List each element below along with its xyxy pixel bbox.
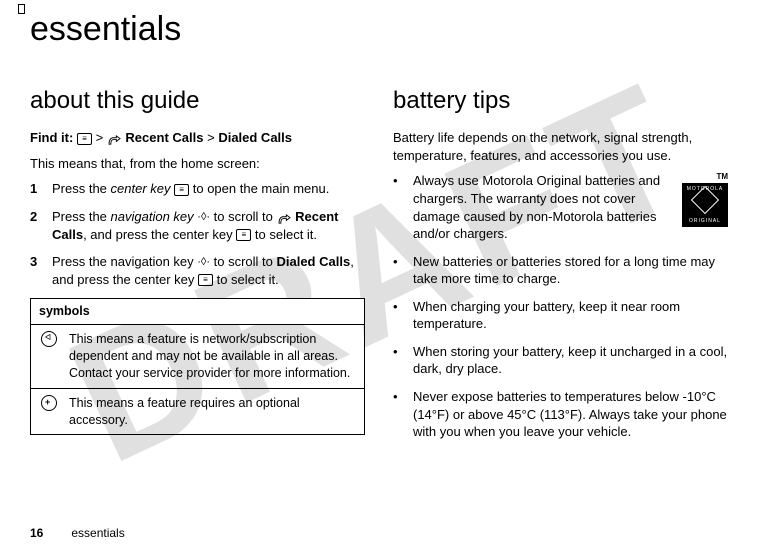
steps-list: 1 Press the center key ≡ to open the mai… <box>30 180 365 288</box>
symbol-row-accessory: This means a feature requires an optiona… <box>31 389 364 435</box>
nav-key-em: navigation key <box>111 209 194 224</box>
optional-accessory-icon <box>39 395 59 429</box>
badge-box: MOTOROLA ORIGINAL <box>682 183 728 227</box>
network-dependent-icon <box>39 331 59 382</box>
step-number: 2 <box>30 208 40 243</box>
symbol-row-network: This means a feature is network/subscrip… <box>31 325 364 389</box>
symbol-desc: This means a feature is network/subscrip… <box>69 331 356 382</box>
right-column: battery tips Battery life depends on the… <box>393 85 728 451</box>
columns: about this guide Find it: ≡ > Recent Cal… <box>30 85 728 451</box>
center-key-icon: ≡ <box>236 229 251 241</box>
symbols-header: symbols <box>31 299 364 325</box>
page: essentials about this guide Find it: ≡ >… <box>0 0 758 451</box>
page-number: 16 <box>30 526 43 540</box>
bullet-text: Never expose batteries to temperatures b… <box>413 388 728 441</box>
bullet-text: New batteries or batteries stored for a … <box>413 253 728 288</box>
recent-calls-icon <box>107 133 122 144</box>
step-number: 3 <box>30 253 40 288</box>
left-column: about this guide Find it: ≡ > Recent Cal… <box>30 85 365 451</box>
symbol-desc: This means a feature requires an optiona… <box>69 395 356 429</box>
symbols-table: symbols This means a feature is network/… <box>30 298 365 435</box>
bullet-item: TM MOTOROLA ORIGINAL Always use Motorola… <box>393 172 728 242</box>
step-3: 3 Press the navigation key ·◊· to scroll… <box>30 253 365 288</box>
step-2: 2 Press the navigation key ·◊· to scroll… <box>30 208 365 243</box>
recent-calls-icon <box>277 212 292 223</box>
step-1: 1 Press the center key ≡ to open the mai… <box>30 180 365 198</box>
dialed-calls-bold: Dialed Calls <box>276 254 350 269</box>
find-it-sep2: > <box>207 130 215 145</box>
bullet-item: When storing your battery, keep it uncha… <box>393 343 728 378</box>
center-key-icon: ≡ <box>174 184 189 196</box>
tm-label: TM <box>682 172 728 183</box>
step-text: Press the center key ≡ to open the main … <box>52 180 365 198</box>
center-key-em: center key <box>111 181 171 196</box>
t: to scroll to <box>210 209 276 224</box>
bullet-text: Always use Motorola Original batteries a… <box>413 173 660 241</box>
battery-intro: Battery life depends on the network, sig… <box>393 129 728 164</box>
nav-key-icon: ·◊· <box>197 210 210 225</box>
bullet-text: When storing your battery, keep it uncha… <box>413 343 728 378</box>
step-text: Press the navigation key ·◊· to scroll t… <box>52 253 365 288</box>
center-key-icon: ≡ <box>198 274 213 286</box>
center-key-icon: ≡ <box>77 133 92 145</box>
step-number: 1 <box>30 180 40 198</box>
bullet-text-with-badge: TM MOTOROLA ORIGINAL Always use Motorola… <box>413 172 728 242</box>
t: Press the <box>52 181 111 196</box>
page-footer: 16 essentials <box>30 526 125 540</box>
section-battery-tips: battery tips <box>393 85 728 117</box>
footer-section: essentials <box>71 526 124 540</box>
t: to select it. <box>213 272 279 287</box>
nav-key-icon: ·◊· <box>197 255 210 270</box>
badge-bottom: ORIGINAL <box>683 218 727 225</box>
find-it-recent-calls: Recent Calls <box>125 130 203 145</box>
bullet-item: When charging your battery, keep it near… <box>393 298 728 333</box>
step-text: Press the navigation key ·◊· to scroll t… <box>52 208 365 243</box>
page-title: essentials <box>30 10 728 49</box>
t: Press the navigation key <box>52 254 197 269</box>
section-about-this-guide: about this guide <box>30 85 365 117</box>
battery-bullets: TM MOTOROLA ORIGINAL Always use Motorola… <box>393 172 728 440</box>
find-it-dialed-calls: Dialed Calls <box>218 130 292 145</box>
t: , and press the center key <box>83 227 236 242</box>
t: to scroll to <box>210 254 276 269</box>
t: to select it. <box>251 227 317 242</box>
find-it-label: Find it: <box>30 130 73 145</box>
bullet-item: New batteries or batteries stored for a … <box>393 253 728 288</box>
find-it-sep: > <box>96 130 104 145</box>
t: to open the main menu. <box>189 181 329 196</box>
find-it-line: Find it: ≡ > Recent Calls > Dialed Calls <box>30 129 365 147</box>
bullet-text: When charging your battery, keep it near… <box>413 298 728 333</box>
intro-text: This means that, from the home screen: <box>30 155 365 173</box>
badge-top: MOTOROLA <box>683 186 727 193</box>
t: Press the <box>52 209 111 224</box>
bullet-item: Never expose batteries to temperatures b… <box>393 388 728 441</box>
motorola-original-badge: TM MOTOROLA ORIGINAL <box>682 172 728 227</box>
